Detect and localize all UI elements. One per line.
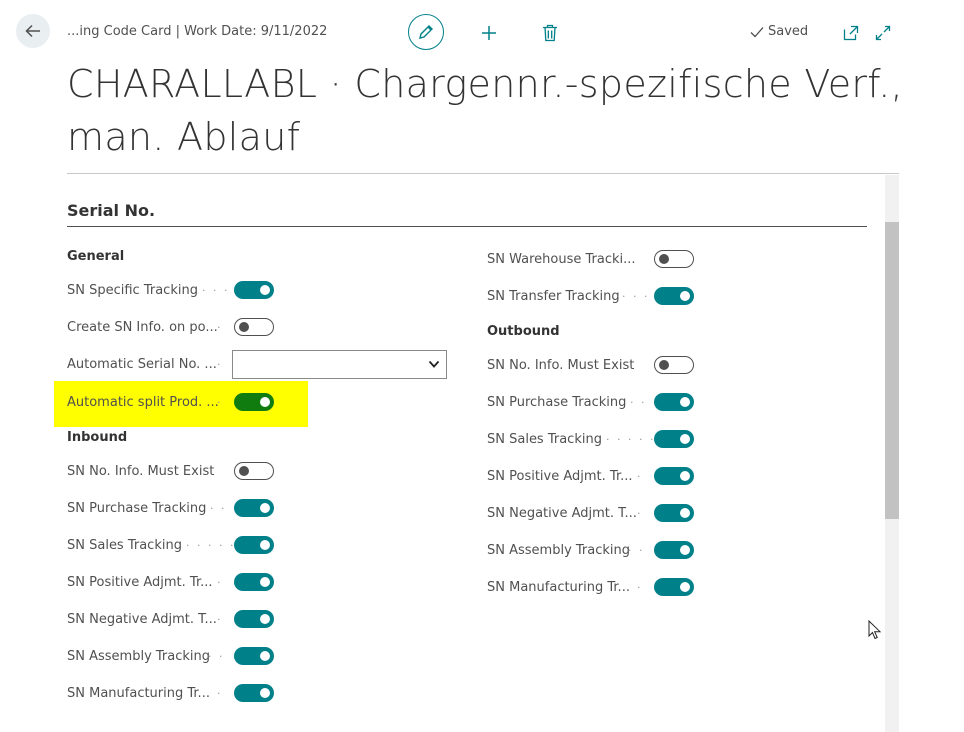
field-label-outbound-sn-info-must-exist: SN No. Info. Must Exist <box>487 358 635 373</box>
trash-icon <box>543 24 557 42</box>
field-label-sn-specific-tracking: SN Specific Tracking <box>67 283 198 298</box>
field-dots: · <box>637 507 643 520</box>
field-dots: · · · <box>622 290 650 303</box>
toggle-automatic-split-prod[interactable] <box>234 393 274 411</box>
field-dots: · <box>637 470 643 483</box>
delete-button[interactable] <box>540 22 560 44</box>
field-dots: · <box>217 321 223 334</box>
field-dots: · <box>217 396 223 409</box>
mouse-cursor-icon <box>868 620 882 640</box>
section-title-serial-no[interactable]: Serial No. <box>67 201 155 220</box>
field-dots: · <box>217 358 223 371</box>
field-label-inbound-sn-negative-adjmt: SN Negative Adjmt. T... <box>67 612 217 627</box>
group-title-general: General <box>67 249 125 264</box>
field-label-inbound-sn-info-must-exist: SN No. Info. Must Exist <box>67 464 215 479</box>
checkmark-icon <box>750 26 764 37</box>
toggle-outbound-sn-negative-adjmt[interactable] <box>654 504 694 522</box>
field-label-automatic-split-prod: Automatic split Prod. ... <box>67 395 219 410</box>
field-label-inbound-sn-purchase-tracking: SN Purchase Tracking <box>67 501 207 516</box>
field-dots: · · · · · <box>186 539 236 552</box>
arrow-left-icon <box>25 24 40 38</box>
pencil-icon <box>419 25 433 39</box>
toggle-create-sn-info[interactable] <box>234 318 274 336</box>
collapse-button[interactable] <box>874 24 892 42</box>
field-dots: · · <box>630 396 647 409</box>
field-label-inbound-sn-positive-adjmt: SN Positive Adjmt. Tr... <box>67 575 213 590</box>
toggle-outbound-sn-manufacturing-tracking[interactable] <box>654 578 694 596</box>
title-divider <box>67 173 899 174</box>
toggle-inbound-sn-purchase-tracking[interactable] <box>234 499 274 517</box>
group-title-inbound: Inbound <box>67 430 128 445</box>
open-new-window-button[interactable] <box>842 24 860 42</box>
scrollbar-thumb[interactable] <box>885 222 899 519</box>
field-dots: · · <box>628 544 645 557</box>
toggle-sn-transfer-tracking[interactable] <box>654 287 694 305</box>
field-dots: · <box>217 576 223 589</box>
field-dots: · · <box>210 502 227 515</box>
field-dots: · · <box>208 650 225 663</box>
field-label-outbound-sn-negative-adjmt: SN Negative Adjmt. T... <box>487 506 637 521</box>
toggle-inbound-sn-negative-adjmt[interactable] <box>234 610 274 628</box>
field-label-create-sn-info: Create SN Info. on po... <box>67 320 218 335</box>
toggle-inbound-sn-positive-adjmt[interactable] <box>234 573 274 591</box>
field-dots: · · · <box>202 284 230 297</box>
toggle-outbound-sn-sales-tracking[interactable] <box>654 430 694 448</box>
field-label-sn-transfer-tracking: SN Transfer Tracking <box>487 289 620 304</box>
breadcrumb: ...ing Code Card | Work Date: 9/11/2022 <box>67 24 328 39</box>
popout-icon <box>843 25 859 41</box>
section-divider <box>67 226 867 227</box>
chevron-down-icon <box>428 360 440 368</box>
toggle-sn-specific-tracking[interactable] <box>234 281 274 299</box>
back-button[interactable] <box>16 14 50 48</box>
field-dots: · <box>637 581 643 594</box>
new-button[interactable] <box>478 22 500 44</box>
saved-status: Saved <box>750 24 808 39</box>
group-title-outbound: Outbound <box>487 324 560 339</box>
toggle-outbound-sn-purchase-tracking[interactable] <box>654 393 694 411</box>
toggle-outbound-sn-info-must-exist[interactable] <box>654 356 694 374</box>
toggle-inbound-sn-assembly-tracking[interactable] <box>234 647 274 665</box>
page-title: CHARALLABL · Chargennr.-spezifische Verf… <box>67 62 903 159</box>
plus-icon <box>482 26 496 40</box>
field-label-outbound-sn-purchase-tracking: SN Purchase Tracking <box>487 395 627 410</box>
edit-button[interactable] <box>408 14 444 50</box>
field-label-inbound-sn-assembly-tracking: SN Assembly Tracking <box>67 649 211 664</box>
expand-icon <box>875 25 891 41</box>
select-automatic-serial-no[interactable] <box>232 350 447 379</box>
toggle-sn-warehouse-tracking[interactable] <box>654 250 694 268</box>
field-dots: · · · · · <box>606 433 656 446</box>
toggle-inbound-sn-sales-tracking[interactable] <box>234 536 274 554</box>
toggle-inbound-sn-info-must-exist[interactable] <box>234 462 274 480</box>
toggle-outbound-sn-assembly-tracking[interactable] <box>654 541 694 559</box>
field-label-outbound-sn-manufacturing-tracking: SN Manufacturing Tr... <box>487 580 630 595</box>
field-label-inbound-sn-manufacturing-tracking: SN Manufacturing Tr... <box>67 686 210 701</box>
field-label-sn-warehouse-tracking: SN Warehouse Tracki... <box>487 252 635 267</box>
field-label-outbound-sn-assembly-tracking: SN Assembly Tracking <box>487 543 631 558</box>
field-dots: · <box>217 613 223 626</box>
field-dots: · <box>217 687 223 700</box>
toggle-inbound-sn-manufacturing-tracking[interactable] <box>234 684 274 702</box>
field-label-automatic-serial-no: Automatic Serial No. ... <box>67 357 217 372</box>
saved-label: Saved <box>768 24 809 39</box>
toggle-outbound-sn-positive-adjmt[interactable] <box>654 467 694 485</box>
field-label-outbound-sn-positive-adjmt: SN Positive Adjmt. Tr... <box>487 469 633 484</box>
